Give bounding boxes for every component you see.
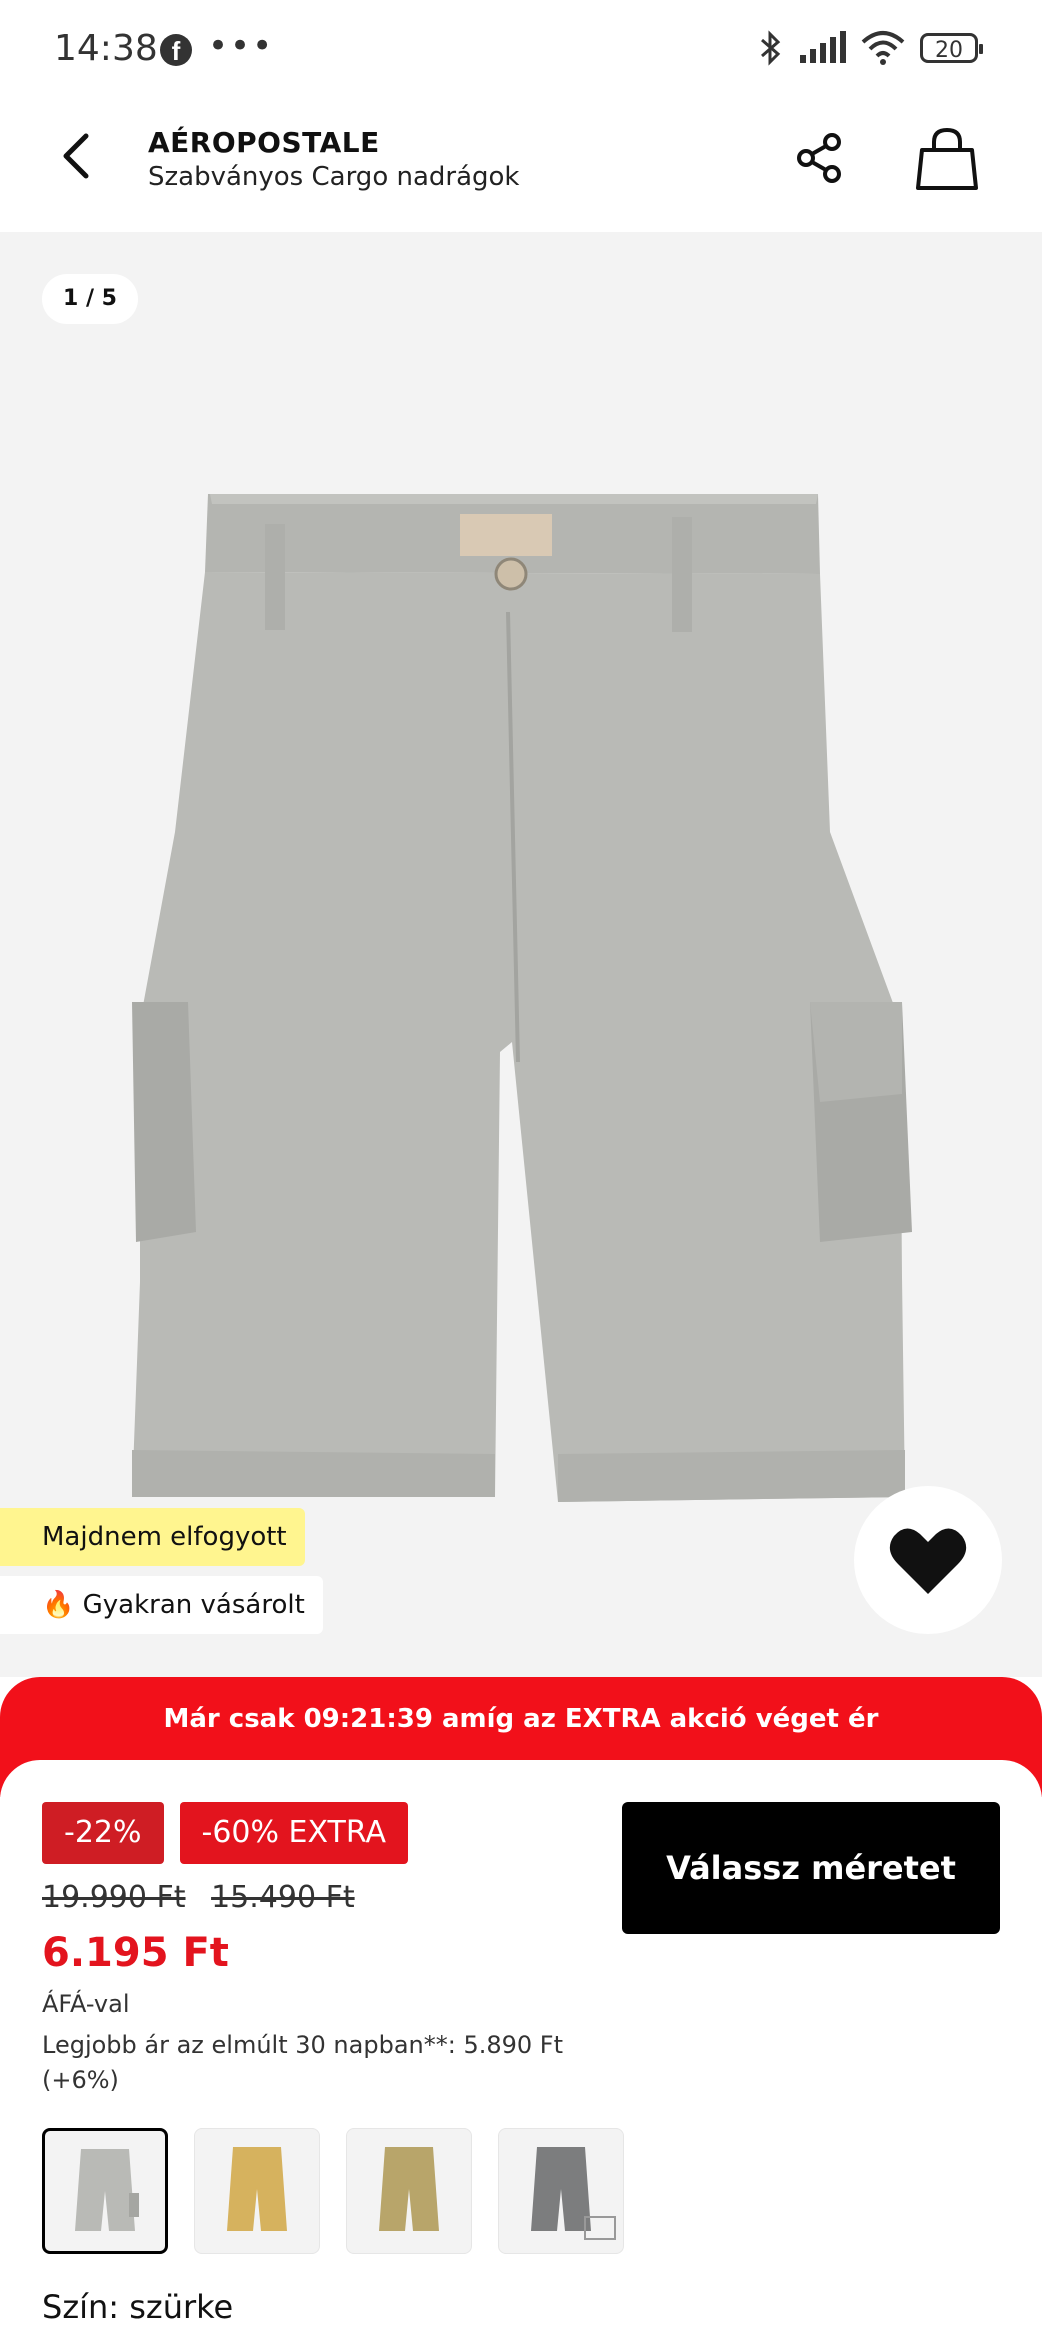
discount-tag: -22% [42,1802,164,1864]
best-price-note: Legjobb ár az elmúlt 30 napban**: 5.890 … [42,2031,564,2094]
back-arrow-icon[interactable] [48,126,108,186]
status-time: 14:38 [54,28,158,69]
old-prices: 19.990 Ft 15.490 Ft [42,1880,371,1915]
select-size-button[interactable]: Válassz méretet [622,1802,1000,1934]
color-thumbnail-dark-grey[interactable] [498,2128,624,2254]
discount-tags: -22% -60% EXTRA [42,1802,409,1864]
status-bar: 14:38 f ••• 20 [0,0,1042,100]
color-thumbnails [42,2128,624,2254]
shorts-thumbnail-icon [531,2147,616,2240]
vat-note: ÁFÁ-val [42,1990,130,2018]
bluetooth-icon [761,30,781,66]
purchase-panel: -22% -60% EXTRA 19.990 Ft 15.490 Ft 6.19… [0,1760,1042,2326]
brand-name[interactable]: AÉROPOSTALE [148,126,380,159]
more-notifications-icon: ••• [208,26,275,66]
low-stock-badge: Majdnem elfogyott [0,1508,305,1566]
signal-icon [800,31,846,63]
product-header: AÉROPOSTALE Szabványos Cargo nadrágok [0,100,1042,232]
extra-discount-tag: -60% EXTRA [179,1802,409,1864]
product-name: Szabványos Cargo nadrágok [148,162,520,192]
current-price: 6.195 Ft [42,1930,229,1976]
color-label: Szín: szürke [42,2288,234,2326]
product-gallery[interactable]: 1 / 5 Majdnem elfogyott 🔥 Gyakran vásáro… [0,232,1042,1677]
original-price: 19.990 Ft [42,1880,186,1915]
popular-badge: 🔥 Gyakran vásárolt [0,1576,323,1634]
facebook-icon: f [160,34,192,66]
share-icon[interactable] [790,128,850,188]
product-image[interactable] [0,232,1042,1677]
promo-countdown: Már csak 09:21:39 amíg az EXTRA akció vé… [163,1704,879,1734]
wifi-icon [861,31,905,65]
status-icons: 20 [758,30,983,66]
color-thumbnail-yellow[interactable] [194,2128,320,2254]
battery-icon: 20 [920,33,983,63]
shorts-thumbnail-icon [75,2149,139,2231]
shorts-thumbnail-icon [379,2147,439,2231]
previous-price: 15.490 Ft [211,1880,355,1915]
shorts-thumbnail-icon [227,2147,287,2231]
color-thumbnail-khaki[interactable] [346,2128,472,2254]
shopping-bag-icon[interactable] [912,124,982,194]
color-thumbnail-grey[interactable] [42,2128,168,2254]
heart-icon [889,1528,967,1594]
wishlist-button[interactable] [854,1486,1002,1634]
